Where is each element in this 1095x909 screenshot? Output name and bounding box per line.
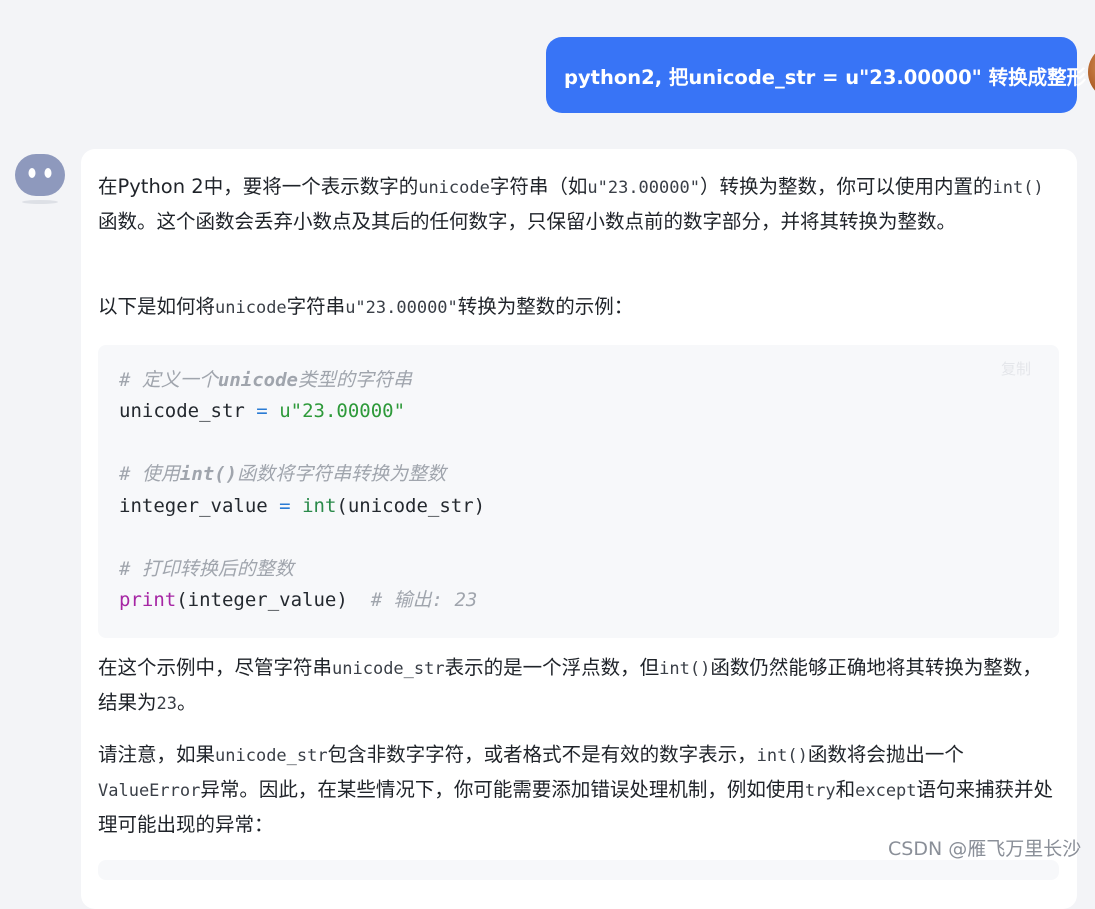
text-segment: 函数。这个函数会丢弃小数点及其后的任何数字，只保留小数点前的数字部分，并将其转换…	[98, 210, 957, 233]
text-segment: 字符串	[286, 295, 346, 318]
inline-code: ValueError	[98, 781, 201, 801]
text-segment: 函数将会抛出一个	[807, 743, 964, 766]
code-line: # 定义一个unicode类型的字符串	[119, 365, 412, 395]
code-line: integer_value = int(unicode_str)	[119, 491, 485, 521]
watermark: CSDN @雁飞万里长沙	[888, 838, 1082, 860]
text-segment: 转换为整数的示例：	[457, 295, 634, 318]
code-operator: =	[256, 400, 268, 422]
text-segment: ）转换为整数，你可以使用内置的	[699, 175, 993, 198]
copy-button[interactable]: 复制	[1001, 358, 1031, 379]
code-identifier: integer_value	[119, 495, 268, 517]
inline-code: u"23.00000"	[587, 178, 700, 198]
text-segment: 包含非数字字符，或者格式不是有效的数字表示，	[327, 743, 757, 766]
inline-code: u"23.00000"	[345, 298, 458, 318]
bot-face-icon	[15, 154, 65, 204]
user-avatar	[1088, 44, 1095, 100]
code-comment: # 定义一个	[119, 369, 218, 391]
text-segment: 。	[177, 691, 197, 714]
code-comment: 类型的字符串	[297, 369, 412, 391]
code-operator: =	[279, 495, 291, 517]
user-message-text: python2, 把unicode_str = u"23.00000" 转换成整…	[564, 65, 1087, 89]
code-comment: unicode	[217, 369, 298, 391]
inline-code: unicode_str	[332, 659, 445, 679]
inline-code: unicode	[215, 298, 287, 318]
code-comment: # 打印转换后的整数	[119, 558, 294, 580]
code-block-partial	[98, 860, 1059, 880]
code-line: unicode_str = u"23.00000"	[119, 396, 405, 426]
inline-code: try	[804, 781, 836, 801]
code-comment: 函数将字符串转换为整数	[237, 463, 447, 485]
text-segment: 异常。因此，在某些情况下，你可能需要添加错误处理机制，例如使用	[200, 778, 805, 801]
text-segment: 表示的是一个浮点数，但	[444, 656, 660, 679]
reply-paragraph-note: 请注意，如果unicode_str包含非数字字符，或者格式不是有效的数字表示，i…	[98, 738, 1056, 841]
code-keyword: print	[119, 589, 177, 611]
inline-code: int()	[756, 746, 808, 766]
text-segment: 请注意，如果	[98, 743, 216, 766]
text-segment: 和	[835, 778, 856, 801]
code-identifier: unicode_str	[119, 400, 245, 422]
code-args: (integer_value)	[176, 589, 348, 611]
reply-paragraph-example-intro: 以下是如何将unicode字符串u"23.00000"转换为整数的示例：	[98, 290, 1056, 325]
inline-code: int()	[659, 659, 711, 679]
inline-code: unicode	[418, 178, 490, 198]
reply-paragraph-intro: 在Python 2中，要将一个表示数字的unicode字符串（如u"23.000…	[98, 170, 1056, 238]
inline-code: unicode_str	[215, 746, 328, 766]
text-segment: 字符串（如	[489, 175, 588, 198]
code-line: # 打印转换后的整数	[119, 554, 294, 584]
code-comment: int()	[179, 463, 238, 485]
inline-code: int()	[992, 178, 1044, 198]
user-message-bubble: python2, 把unicode_str = u"23.00000" 转换成整…	[546, 37, 1086, 113]
code-builtin: int	[302, 495, 337, 517]
text-segment: 以下是如何将	[98, 295, 216, 318]
code-args: (unicode_str)	[336, 495, 486, 517]
inline-code: 23	[156, 694, 177, 714]
reply-paragraph-explanation: 在这个示例中，尽管字符串unicode_str表示的是一个浮点数，但int()函…	[98, 651, 1056, 721]
code-string: u"23.00000"	[279, 400, 406, 422]
code-comment: # 使用	[119, 463, 180, 485]
text-segment: 在这个示例中，尽管字符串	[98, 656, 333, 679]
code-line: # 使用int()函数将字符串转换为整数	[119, 459, 446, 489]
text-segment: 在Python 2中，要将一个表示数字的	[98, 175, 419, 198]
code-block: 复制 # 定义一个unicode类型的字符串 unicode_str = u"2…	[98, 345, 1059, 638]
bot-avatar	[14, 152, 66, 204]
code-comment: # 输出: 23	[370, 589, 478, 611]
code-line: print(integer_value) # 输出: 23	[119, 585, 477, 615]
inline-code: except	[855, 781, 917, 801]
